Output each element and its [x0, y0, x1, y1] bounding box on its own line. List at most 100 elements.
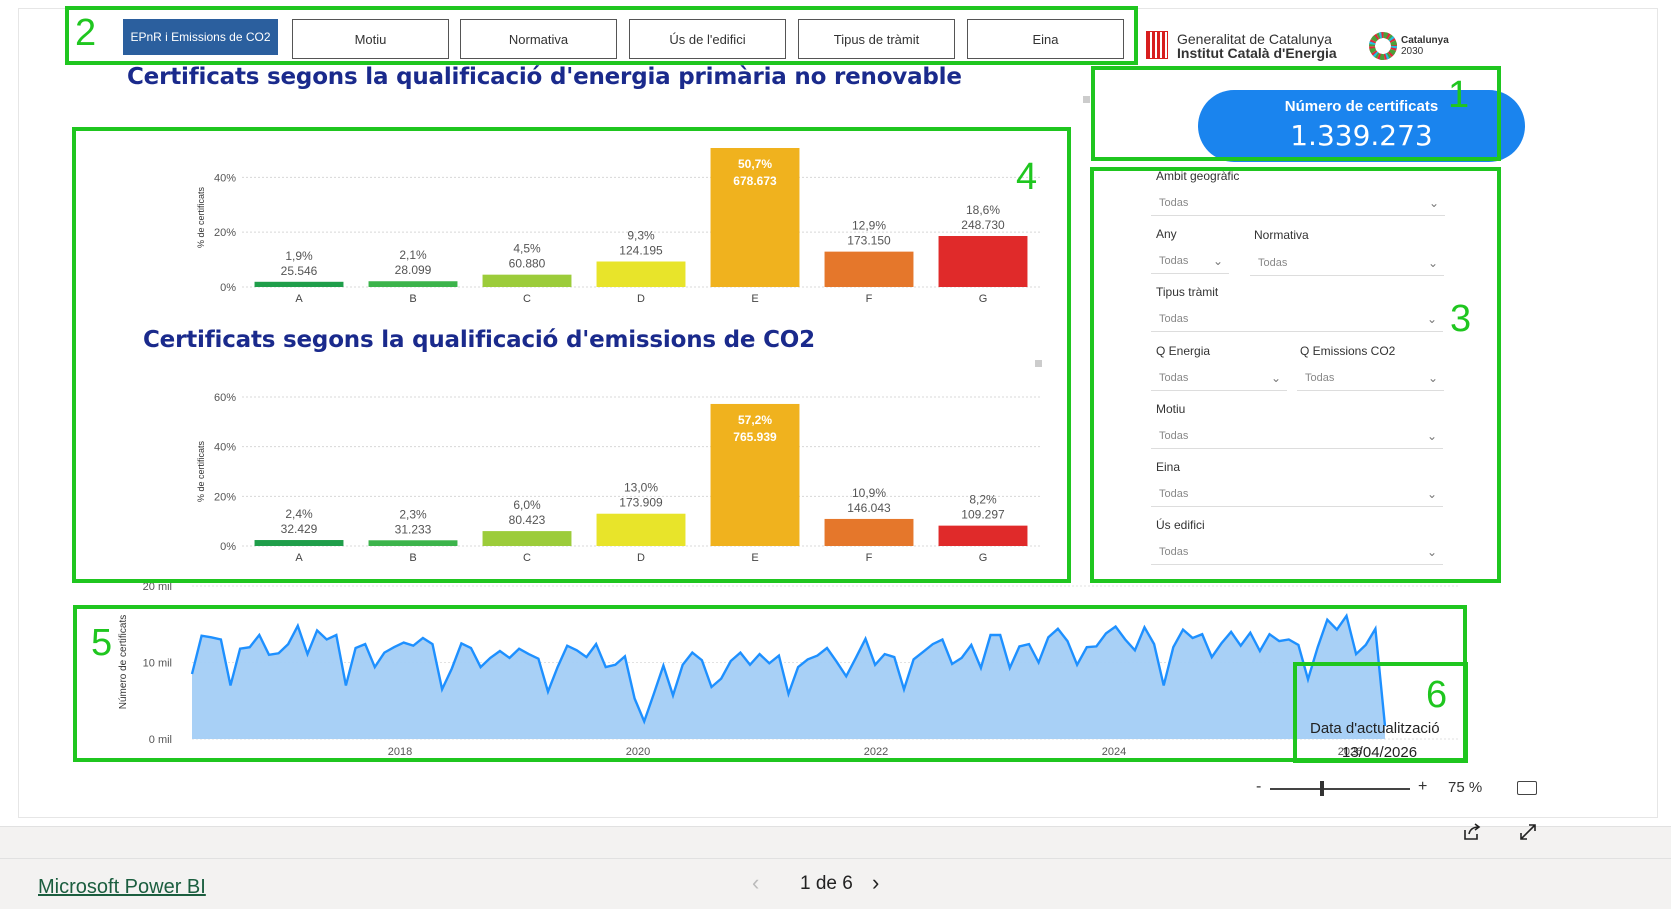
- data-label-pct: 2,3%: [399, 507, 427, 521]
- slicer-eina-value: Todas: [1159, 488, 1189, 500]
- slicer-tramit[interactable]: Todas ⌄: [1151, 306, 1443, 332]
- tab-5[interactable]: Eina: [967, 19, 1124, 59]
- slicer-qenergia[interactable]: Todas ⌄: [1151, 365, 1287, 391]
- data-label-count: 28.099: [395, 263, 432, 277]
- slicer-us-value: Todas: [1159, 546, 1189, 558]
- bar-C: [482, 531, 572, 546]
- slicer-ambit-value: Todas: [1159, 197, 1189, 209]
- fullscreen-icon[interactable]: [1518, 822, 1538, 842]
- bar-D: [596, 261, 686, 287]
- area-fill: [192, 615, 1385, 739]
- chevron-down-icon: ⌄: [1426, 312, 1437, 326]
- slicer-any[interactable]: Todas ⌄: [1151, 248, 1229, 274]
- data-label-pct: 9,3%: [627, 229, 655, 243]
- slicer-any-value: Todas: [1159, 255, 1189, 267]
- data-label-pct: 8,2%: [969, 493, 997, 507]
- x-tick-label: B: [409, 552, 416, 564]
- y-axis-label: % de certificats: [196, 440, 206, 502]
- y-tick-label: 0%: [220, 282, 236, 294]
- energy-chart-title: Certificats segons la qualificació d'ene…: [127, 64, 962, 90]
- co2-chart-title: Certificats segons la qualificació d'emi…: [143, 327, 815, 353]
- data-label-pct: 13,0%: [624, 481, 658, 495]
- tab-4[interactable]: Tipus de tràmit: [798, 19, 955, 59]
- x-tick-label: F: [866, 552, 873, 564]
- y-axis-label: Número de certificats: [118, 615, 129, 709]
- callout-number-1: 1: [1448, 74, 1470, 116]
- slicer-ambit[interactable]: Todas ⌄: [1151, 190, 1445, 216]
- x-tick-label: D: [637, 293, 645, 305]
- callout-number-5: 5: [91, 622, 113, 664]
- y-tick-label: 20%: [214, 491, 236, 503]
- y-tick-label: 20%: [214, 227, 236, 239]
- data-label-count: 124.195: [619, 244, 663, 258]
- bar-B: [368, 540, 458, 546]
- data-label-count: 109.297: [961, 508, 1005, 522]
- chevron-down-icon: ⌄: [1426, 545, 1437, 559]
- prev-page-icon[interactable]: ‹: [752, 870, 759, 896]
- y-tick-label: 40%: [214, 442, 236, 454]
- x-tick-label: A: [295, 293, 303, 305]
- next-page-icon[interactable]: ›: [872, 870, 879, 896]
- share-icon[interactable]: [1462, 822, 1482, 842]
- data-label-pct: 18,6%: [966, 203, 1000, 217]
- y-tick-label: 0%: [220, 541, 236, 553]
- data-label-pct: 50,7%: [738, 157, 772, 171]
- page-indicator: 1 de 6: [800, 873, 853, 894]
- y-axis-label: % de certificats: [196, 186, 206, 248]
- visual-header-marker[interactable]: [1035, 360, 1042, 367]
- chevron-down-icon: ⌄: [1212, 254, 1223, 268]
- x-tick-label: G: [979, 552, 988, 564]
- y-tick-label: 40%: [214, 172, 236, 184]
- data-label-count: 678.673: [733, 174, 777, 188]
- callout-number-3: 3: [1450, 298, 1472, 340]
- slicer-label-us: Ús edifici: [1156, 518, 1205, 532]
- bar-F: [824, 518, 914, 546]
- x-tick-label: 2018: [388, 746, 412, 758]
- kpi-label: Número de certificats: [1284, 98, 1439, 115]
- slicer-eina[interactable]: Todas ⌄: [1151, 481, 1443, 507]
- zoom-slider[interactable]: [1270, 788, 1410, 790]
- y-tick-label: 0 mil: [149, 734, 172, 746]
- chevron-down-icon: ⌄: [1427, 371, 1438, 385]
- slicer-us[interactable]: Todas ⌄: [1151, 539, 1443, 565]
- chevron-down-icon: ⌄: [1428, 196, 1439, 210]
- tab-2[interactable]: Normativa: [460, 19, 617, 59]
- x-tick-label: E: [751, 552, 758, 564]
- x-tick-label: 2020: [626, 746, 650, 758]
- data-label-count: 146.043: [847, 501, 891, 515]
- gencat-logo-icon: [1146, 31, 1168, 59]
- x-tick-label: D: [637, 552, 645, 564]
- x-tick-label: C: [523, 552, 531, 564]
- zoom-slider-thumb[interactable]: [1320, 781, 1324, 796]
- fit-to-page-icon[interactable]: [1517, 781, 1537, 795]
- update-date: 13/04/2026: [1342, 744, 1418, 761]
- slicer-normativa[interactable]: Todas ⌄: [1250, 250, 1444, 276]
- data-label-pct: 57,2%: [738, 413, 772, 427]
- zoom-level: 75 %: [1448, 779, 1483, 796]
- tab-0[interactable]: EPnR i Emissions de CO2: [123, 19, 278, 55]
- tab-3[interactable]: Ús de l'edifici: [629, 19, 786, 59]
- visual-header-marker[interactable]: [1083, 96, 1090, 103]
- slicer-motiu[interactable]: Todas ⌄: [1151, 423, 1443, 449]
- x-tick-label: C: [523, 293, 531, 305]
- slicer-qemissions[interactable]: Todas ⌄: [1297, 365, 1444, 391]
- slicer-label-any: Any: [1156, 227, 1177, 241]
- x-tick-label: F: [866, 293, 873, 305]
- slicer-label-motiu: Motiu: [1156, 402, 1186, 416]
- x-tick-label: 2024: [1102, 746, 1126, 758]
- tab-1[interactable]: Motiu: [292, 19, 449, 59]
- x-tick-label: G: [979, 293, 988, 305]
- x-tick-label: E: [751, 293, 758, 305]
- zoom-out-button[interactable]: -: [1256, 778, 1261, 796]
- slicer-normativa-value: Todas: [1258, 257, 1288, 269]
- certificates-timeline-area-chart: 0 mil 10 mil 20 mil Número de certificats 20…: [118, 581, 1460, 758]
- data-label-pct: 10,9%: [852, 486, 886, 500]
- zoom-in-button[interactable]: +: [1418, 778, 1427, 796]
- slicer-qenergia-value: Todas: [1159, 372, 1189, 384]
- slicer-motiu-value: Todas: [1159, 430, 1189, 442]
- bar-B: [368, 281, 458, 287]
- slicer-label-normativa: Normativa: [1254, 228, 1309, 242]
- y-tick-label: 60%: [214, 392, 236, 404]
- power-bi-link[interactable]: Microsoft Power BI: [38, 876, 206, 899]
- update-label: Data d'actualització: [1310, 720, 1440, 737]
